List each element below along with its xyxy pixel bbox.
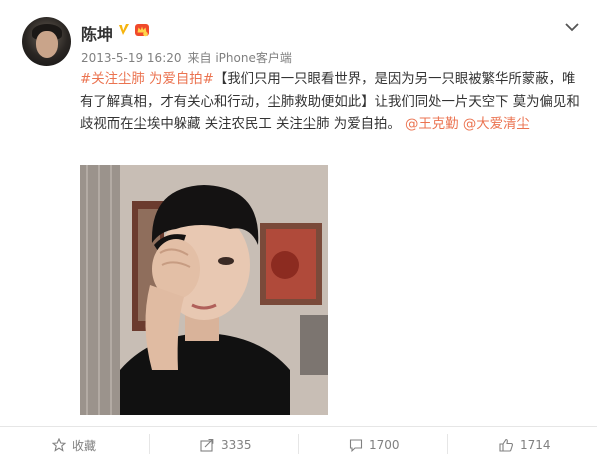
- like-button[interactable]: 1714: [499, 430, 551, 460]
- avatar-face: [36, 31, 58, 58]
- comment-count: 1700: [369, 438, 400, 452]
- action-separator: [447, 434, 448, 454]
- action-bar-divider: [0, 426, 597, 427]
- post-timestamp[interactable]: 2013-5-19 16:20: [81, 51, 182, 65]
- comment-button[interactable]: 1700: [349, 430, 400, 460]
- mention-link-wangkeqin[interactable]: @王克勤: [405, 117, 459, 132]
- post-photo-illustration: [80, 165, 328, 415]
- action-separator: [149, 434, 150, 454]
- favorite-button[interactable]: 收藏: [52, 430, 96, 460]
- repost-count: 3335: [221, 438, 252, 452]
- chevron-down-icon[interactable]: [564, 22, 580, 32]
- post-text: #关注尘肺 为爱自拍#【我们只用一只眼看世界，是因为另一只眼被繁华所蒙蔽，唯有了…: [80, 69, 582, 137]
- post-source: 来自 iPhone客户端: [187, 51, 292, 65]
- post-meta: 2013-5-19 16:20 来自 iPhone客户端: [81, 49, 298, 66]
- action-separator: [298, 434, 299, 454]
- avatar[interactable]: [22, 17, 71, 66]
- mention-link-daaiqingchen[interactable]: @大爱清尘: [463, 117, 530, 132]
- speech-bubble-icon: [349, 439, 363, 452]
- like-count: 1714: [520, 438, 551, 452]
- verified-v-icon: [119, 24, 129, 35]
- member-crown-icon[interactable]: [134, 22, 150, 38]
- post-photo[interactable]: [80, 165, 328, 415]
- weibo-post-card: 陈坤 2013-5-19 16:20 来自 iPhone客户端 #关注尘肺 为爱自…: [0, 0, 597, 462]
- favorite-label: 收藏: [72, 438, 97, 453]
- star-icon: [52, 438, 66, 452]
- username[interactable]: 陈坤: [81, 21, 113, 45]
- repost-button[interactable]: 3335: [200, 430, 252, 460]
- thumbs-up-icon: [499, 438, 513, 452]
- hashtag-link[interactable]: #关注尘肺 为爱自拍#: [80, 72, 214, 87]
- share-arrow-icon: [200, 438, 214, 452]
